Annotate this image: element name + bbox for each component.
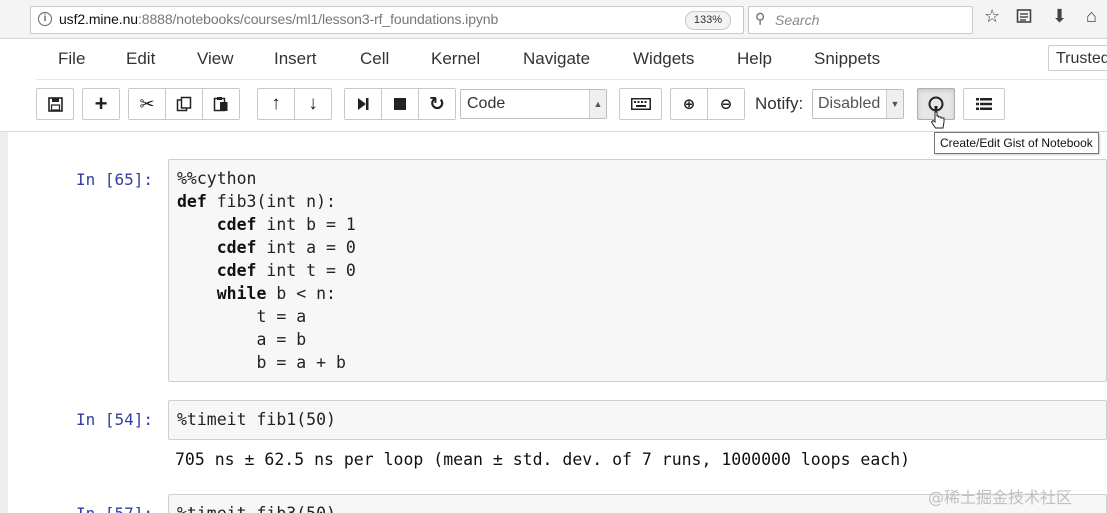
menu-view[interactable]: View — [197, 49, 234, 69]
list-icon — [976, 98, 992, 110]
menu-cell[interactable]: Cell — [360, 49, 389, 69]
move-group: ↑ ↓ — [257, 88, 332, 120]
code-line: b = a + b — [177, 353, 346, 372]
copy-icon — [176, 96, 192, 112]
move-down-button[interactable]: ↓ — [294, 88, 332, 120]
run-group: ↻ — [344, 88, 456, 120]
code-line: def fib3(int n): — [177, 192, 336, 211]
code-line: cdef int a = 0 — [216, 238, 356, 257]
search-icon: ⚲ — [755, 10, 766, 26]
url-host: usf2.mine.nu — [59, 11, 138, 27]
cell-prompt: In [54]: — [76, 410, 154, 429]
keyboard-group — [619, 88, 662, 120]
save-button[interactable] — [36, 88, 74, 120]
save-group — [36, 88, 74, 120]
bookmark-star-icon[interactable]: ☆ — [984, 6, 1000, 27]
cut-button[interactable]: ✂ — [128, 88, 166, 120]
zoom-group: ⊕ ⊖ — [670, 88, 745, 120]
menu-edit[interactable]: Edit — [126, 49, 155, 69]
chevron-down-icon: ▲ — [589, 90, 606, 118]
cell-type-select[interactable]: Code ▲ — [460, 89, 607, 119]
refresh-icon: ↻ — [429, 93, 445, 115]
arrow-down-icon: ↓ — [308, 93, 318, 114]
notify-select[interactable]: Disabled ▼ — [812, 89, 904, 119]
url-bar[interactable]: i usf2.mine.nu:8888/notebooks/courses/ml… — [30, 6, 760, 34]
zoom-in-button[interactable]: ⊕ — [670, 88, 708, 120]
keyboard-icon — [630, 98, 651, 110]
hand-cursor-icon — [930, 111, 945, 129]
arrow-up-icon: ↑ — [271, 93, 281, 114]
code-cell-input[interactable]: %timeit fib1(50) — [168, 400, 1107, 440]
menu-file[interactable]: File — [58, 49, 85, 69]
cell-output: 705 ns ± 62.5 ns per loop (mean ± std. d… — [175, 450, 911, 469]
menu-widgets[interactable]: Widgets — [633, 49, 694, 69]
menu-navigate[interactable]: Navigate — [523, 49, 590, 69]
download-icon[interactable]: ⬇ — [1052, 6, 1067, 27]
code-line: %timeit fib1(50) — [177, 410, 336, 429]
notify-label: Notify: — [755, 94, 804, 113]
reading-list-icon[interactable] — [1016, 8, 1032, 29]
code-line: %timeit fib3(50) — [177, 504, 336, 513]
code-line: cdef int b = 1 — [216, 215, 356, 234]
paste-button[interactable] — [202, 88, 240, 120]
zoom-out-icon: ⊖ — [719, 96, 733, 113]
browser-toolbar: i usf2.mine.nu:8888/notebooks/courses/ml… — [0, 0, 1107, 39]
cell-prompt: In [57]: — [76, 504, 153, 513]
code-cell-input[interactable]: %%cython def fib3(int n): cdef int b = 1… — [168, 159, 1107, 382]
save-icon — [47, 96, 63, 112]
chevron-down-icon: ▼ — [886, 90, 903, 118]
code-line: a = b — [177, 330, 307, 349]
copy-button[interactable] — [165, 88, 203, 120]
search-placeholder: Search — [775, 12, 820, 28]
clipboard-group: ✂ — [128, 88, 240, 120]
cell-prompt: In [65]: — [76, 170, 154, 189]
zoom-level-badge[interactable]: 133% — [685, 11, 731, 30]
code-line: while b < n: — [216, 284, 336, 303]
site-info-icon[interactable]: i — [38, 12, 52, 26]
menu-help[interactable]: Help — [737, 49, 772, 69]
toc-group — [963, 88, 1005, 120]
move-up-button[interactable]: ↑ — [257, 88, 295, 120]
insert-cell-button[interactable]: + — [82, 88, 120, 120]
command-palette-button[interactable] — [619, 88, 662, 120]
zoom-in-icon: ⊕ — [682, 96, 696, 113]
home-icon[interactable]: ⌂ — [1086, 6, 1097, 27]
menu-insert[interactable]: Insert — [274, 49, 317, 69]
cell-type-value: Code — [467, 95, 506, 112]
run-cell-button[interactable] — [344, 88, 382, 120]
menu-bar: File Edit View Insert Cell Kernel Naviga… — [36, 39, 1107, 80]
url-text[interactable]: usf2.mine.nu:8888/notebooks/courses/ml1/… — [59, 11, 498, 27]
url-path: :8888/notebooks/courses/ml1/lesson3-rf_f… — [137, 11, 499, 27]
plus-icon: + — [94, 91, 108, 116]
github-icon — [928, 96, 944, 112]
insert-group: + — [82, 88, 120, 120]
trusted-indicator[interactable]: Trusted — [1048, 45, 1107, 71]
code-line: %%cython — [177, 169, 257, 188]
menu-kernel[interactable]: Kernel — [431, 49, 480, 69]
zoom-out-button[interactable]: ⊖ — [707, 88, 745, 120]
interrupt-kernel-button[interactable] — [381, 88, 419, 120]
paste-icon — [213, 97, 228, 112]
watermark: @稀土掘金技术社区 — [928, 488, 1073, 507]
stop-icon — [394, 98, 406, 110]
search-input[interactable]: ⚲ Search — [748, 6, 973, 34]
step-forward-icon — [358, 98, 369, 110]
notebook-container[interactable]: In [65]: %%cython def fib3(int n): cdef … — [0, 132, 1107, 513]
notify-value: Disabled — [818, 95, 881, 112]
menu-snippets[interactable]: Snippets — [814, 49, 880, 69]
toc-button[interactable] — [963, 88, 1005, 120]
restart-kernel-button[interactable]: ↻ — [418, 88, 456, 120]
scissors-icon: ✂ — [139, 93, 155, 114]
gist-tooltip: Create/Edit Gist of Notebook — [934, 132, 1099, 154]
code-line: cdef int t = 0 — [216, 261, 356, 280]
code-line: t = a — [177, 307, 307, 326]
